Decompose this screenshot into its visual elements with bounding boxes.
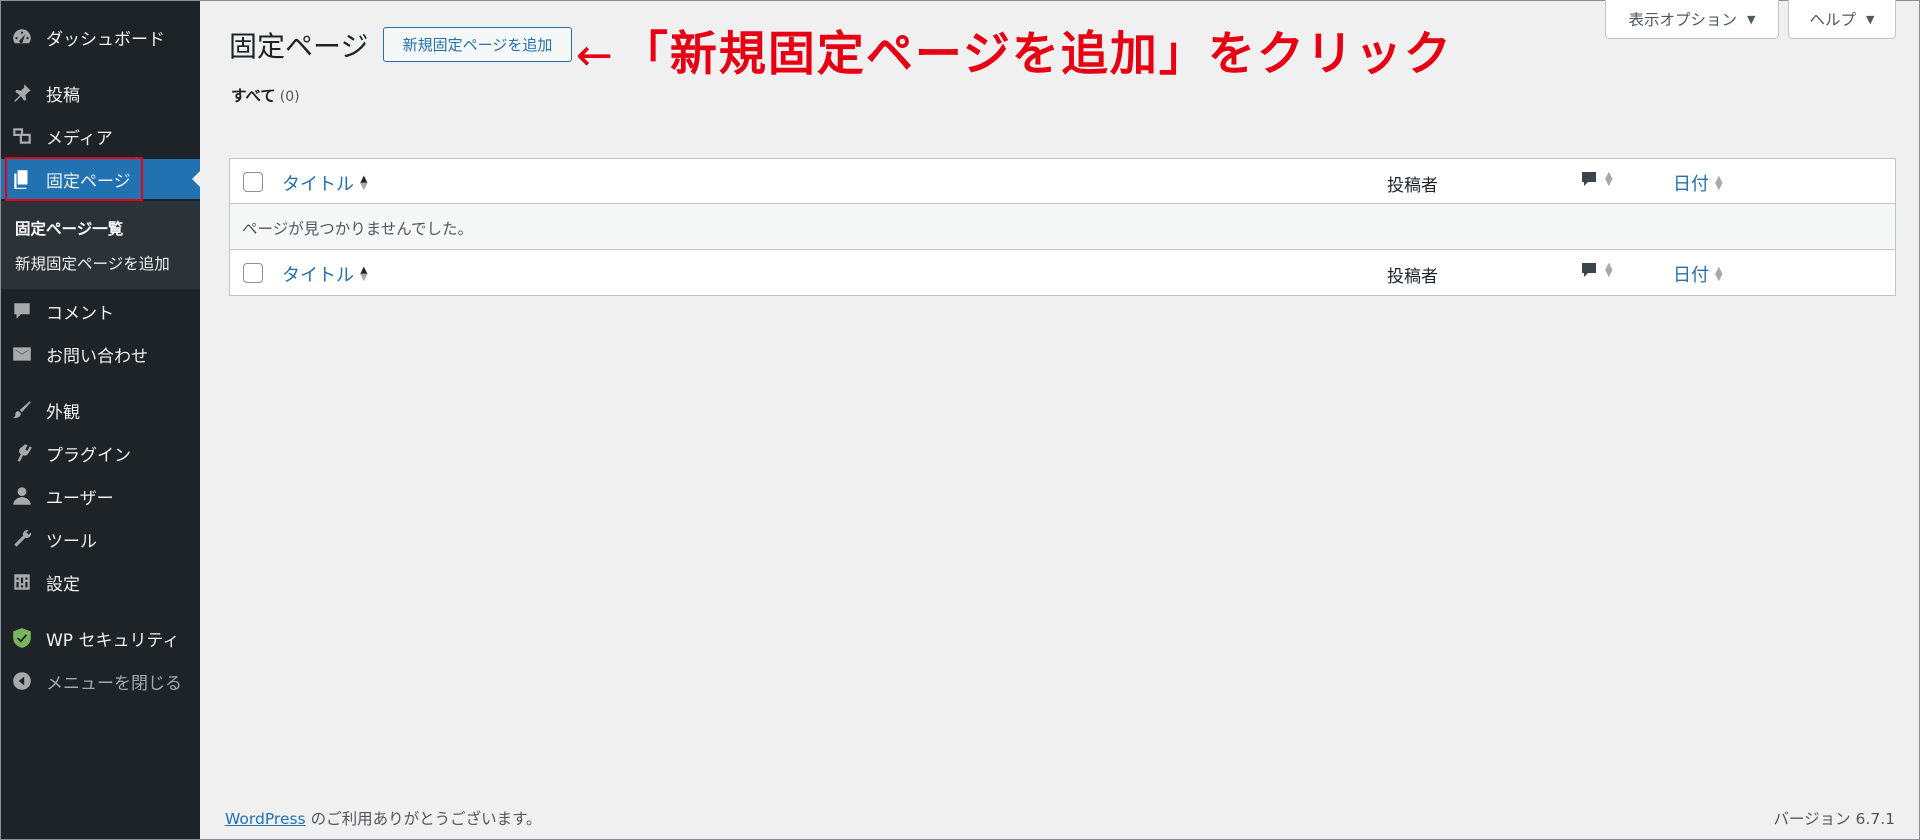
menu-item-collapse[interactable]: メニューを閉じる bbox=[1, 661, 200, 701]
menu-label: 設定 bbox=[46, 574, 80, 595]
column-title-label: タイトル bbox=[282, 174, 354, 195]
select-all-checkbox[interactable] bbox=[243, 172, 263, 192]
filter-all-count: (0) bbox=[279, 89, 300, 105]
screen-options-tab[interactable]: 表示オプション ▼ bbox=[1605, 0, 1779, 39]
shield-icon bbox=[11, 618, 41, 658]
menu-label: お問い合わせ bbox=[46, 346, 148, 367]
column-title-sort[interactable]: タイトル ▲ ▼ bbox=[282, 170, 368, 196]
plugin-icon bbox=[11, 433, 41, 473]
pages-table: タイトル ▲ ▼ 投稿者 ▲ ▼ 日付 ▲ ▼ ページが見つかりませんでした。 タイト… bbox=[229, 158, 1896, 296]
pages-icon bbox=[11, 159, 41, 199]
add-new-page-button[interactable]: 新規固定ページを追加 bbox=[383, 27, 572, 62]
comment-icon bbox=[11, 291, 41, 331]
annotation-text: 「新規固定ページを追加」をクリック bbox=[620, 27, 1453, 82]
submenu-all-pages[interactable]: 固定ページ一覧 bbox=[15, 217, 123, 239]
wordpress-link[interactable]: WordPress bbox=[225, 810, 306, 828]
menu-item-settings[interactable]: 設定 bbox=[1, 562, 200, 602]
empty-message: ページが見つかりませんでした。 bbox=[242, 220, 473, 238]
column-date-sort[interactable]: 日付 ▲ ▼ bbox=[1673, 170, 1723, 196]
sort-arrows-icon: ▲ ▼ bbox=[1715, 265, 1723, 283]
footer-version: バージョン 6.7.1 bbox=[1773, 810, 1895, 828]
menu-item-comments[interactable]: コメント bbox=[1, 291, 200, 331]
wrench-icon bbox=[11, 519, 41, 559]
admin-sidebar: ダッシュボード 投稿 メディア 固定ページ 固定ページ一覧 新規固定ページを追加… bbox=[1, 1, 200, 839]
menu-label: コメント bbox=[46, 303, 114, 324]
filter-all[interactable]: すべて (0) bbox=[231, 84, 300, 106]
comment-icon bbox=[1582, 263, 1596, 277]
sort-arrows-icon: ▲ ▼ bbox=[360, 265, 368, 283]
menu-label: メディア bbox=[46, 128, 113, 149]
caret-down-icon: ▼ bbox=[1866, 12, 1875, 26]
menu-item-contact[interactable]: お問い合わせ bbox=[1, 334, 200, 374]
sort-arrows-icon: ▲ ▼ bbox=[1715, 174, 1723, 192]
menu-label: 外観 bbox=[46, 402, 80, 423]
submenu-add-new-page[interactable]: 新規固定ページを追加 bbox=[15, 252, 170, 274]
brush-icon bbox=[11, 390, 41, 430]
footer-thanks: WordPress のご利用ありがとうございます。 bbox=[225, 807, 542, 829]
column-date-label: 日付 bbox=[1673, 265, 1709, 286]
column-comments-sort-footer[interactable]: ▲ ▼ bbox=[1579, 260, 1613, 280]
menu-label: ユーザー bbox=[46, 488, 114, 509]
menu-item-appearance[interactable]: 外観 bbox=[1, 390, 200, 430]
menu-item-pages[interactable]: 固定ページ bbox=[1, 159, 200, 199]
select-all-checkbox-footer[interactable] bbox=[243, 263, 263, 283]
page-title: 固定ページ bbox=[229, 30, 369, 63]
sort-arrows-icon: ▲ ▼ bbox=[1605, 170, 1613, 188]
menu-item-dashboard[interactable]: ダッシュボード bbox=[1, 17, 200, 57]
help-tab[interactable]: ヘルプ ▼ bbox=[1788, 0, 1896, 39]
filter-all-label: すべて bbox=[231, 87, 276, 105]
menu-item-plugins[interactable]: プラグイン bbox=[1, 433, 200, 473]
screen-options-label: 表示オプション bbox=[1628, 11, 1738, 29]
comment-icon bbox=[1582, 172, 1596, 186]
menu-item-wp-security[interactable]: WP セキュリティ bbox=[1, 618, 200, 658]
annotation-callout: ← 「新規固定ページを追加」をクリック bbox=[576, 15, 1453, 84]
sort-arrows-icon: ▲ ▼ bbox=[360, 174, 368, 192]
help-label: ヘルプ bbox=[1809, 11, 1857, 29]
sort-arrows-icon: ▲ ▼ bbox=[1605, 261, 1613, 279]
column-author: 投稿者 bbox=[1387, 176, 1438, 196]
table-empty-row: ページが見つかりませんでした。 bbox=[230, 204, 1895, 250]
menu-label: ツール bbox=[46, 531, 97, 552]
left-arrow-icon: ← bbox=[576, 30, 613, 81]
pages-submenu: 固定ページ一覧 新規固定ページを追加 bbox=[1, 201, 200, 289]
menu-item-tools[interactable]: ツール bbox=[1, 519, 200, 559]
menu-label: WP セキュリティ bbox=[46, 630, 180, 651]
table-footer-row: タイトル ▲ ▼ 投稿者 ▲ ▼ 日付 ▲ ▼ bbox=[230, 250, 1895, 295]
column-title-label: タイトル bbox=[282, 265, 354, 286]
column-date-sort-footer[interactable]: 日付 ▲ ▼ bbox=[1673, 261, 1723, 287]
menu-label: プラグイン bbox=[46, 445, 131, 466]
menu-label: 投稿 bbox=[46, 85, 80, 106]
menu-item-users[interactable]: ユーザー bbox=[1, 476, 200, 516]
menu-label: ダッシュボード bbox=[46, 29, 165, 50]
collapse-icon bbox=[11, 661, 41, 701]
media-icon bbox=[11, 116, 41, 156]
column-author: 投稿者 bbox=[1387, 267, 1438, 287]
menu-label: 固定ページ bbox=[46, 171, 131, 192]
menu-item-posts[interactable]: 投稿 bbox=[1, 73, 200, 113]
column-date-label: 日付 bbox=[1673, 174, 1709, 195]
user-icon bbox=[11, 476, 41, 516]
dashboard-icon bbox=[11, 17, 41, 57]
menu-item-media[interactable]: メディア bbox=[1, 116, 200, 156]
mail-icon bbox=[11, 334, 41, 374]
pin-icon bbox=[11, 73, 41, 113]
caret-down-icon: ▼ bbox=[1747, 12, 1756, 26]
footer-thanks-text: のご利用ありがとうございます。 bbox=[305, 810, 542, 828]
column-title-sort-footer[interactable]: タイトル ▲ ▼ bbox=[282, 261, 368, 287]
menu-label: メニューを閉じる bbox=[46, 673, 182, 694]
column-comments-sort[interactable]: ▲ ▼ bbox=[1579, 169, 1613, 189]
table-header-row: タイトル ▲ ▼ 投稿者 ▲ ▼ 日付 ▲ ▼ bbox=[230, 159, 1895, 204]
settings-icon bbox=[11, 562, 41, 602]
